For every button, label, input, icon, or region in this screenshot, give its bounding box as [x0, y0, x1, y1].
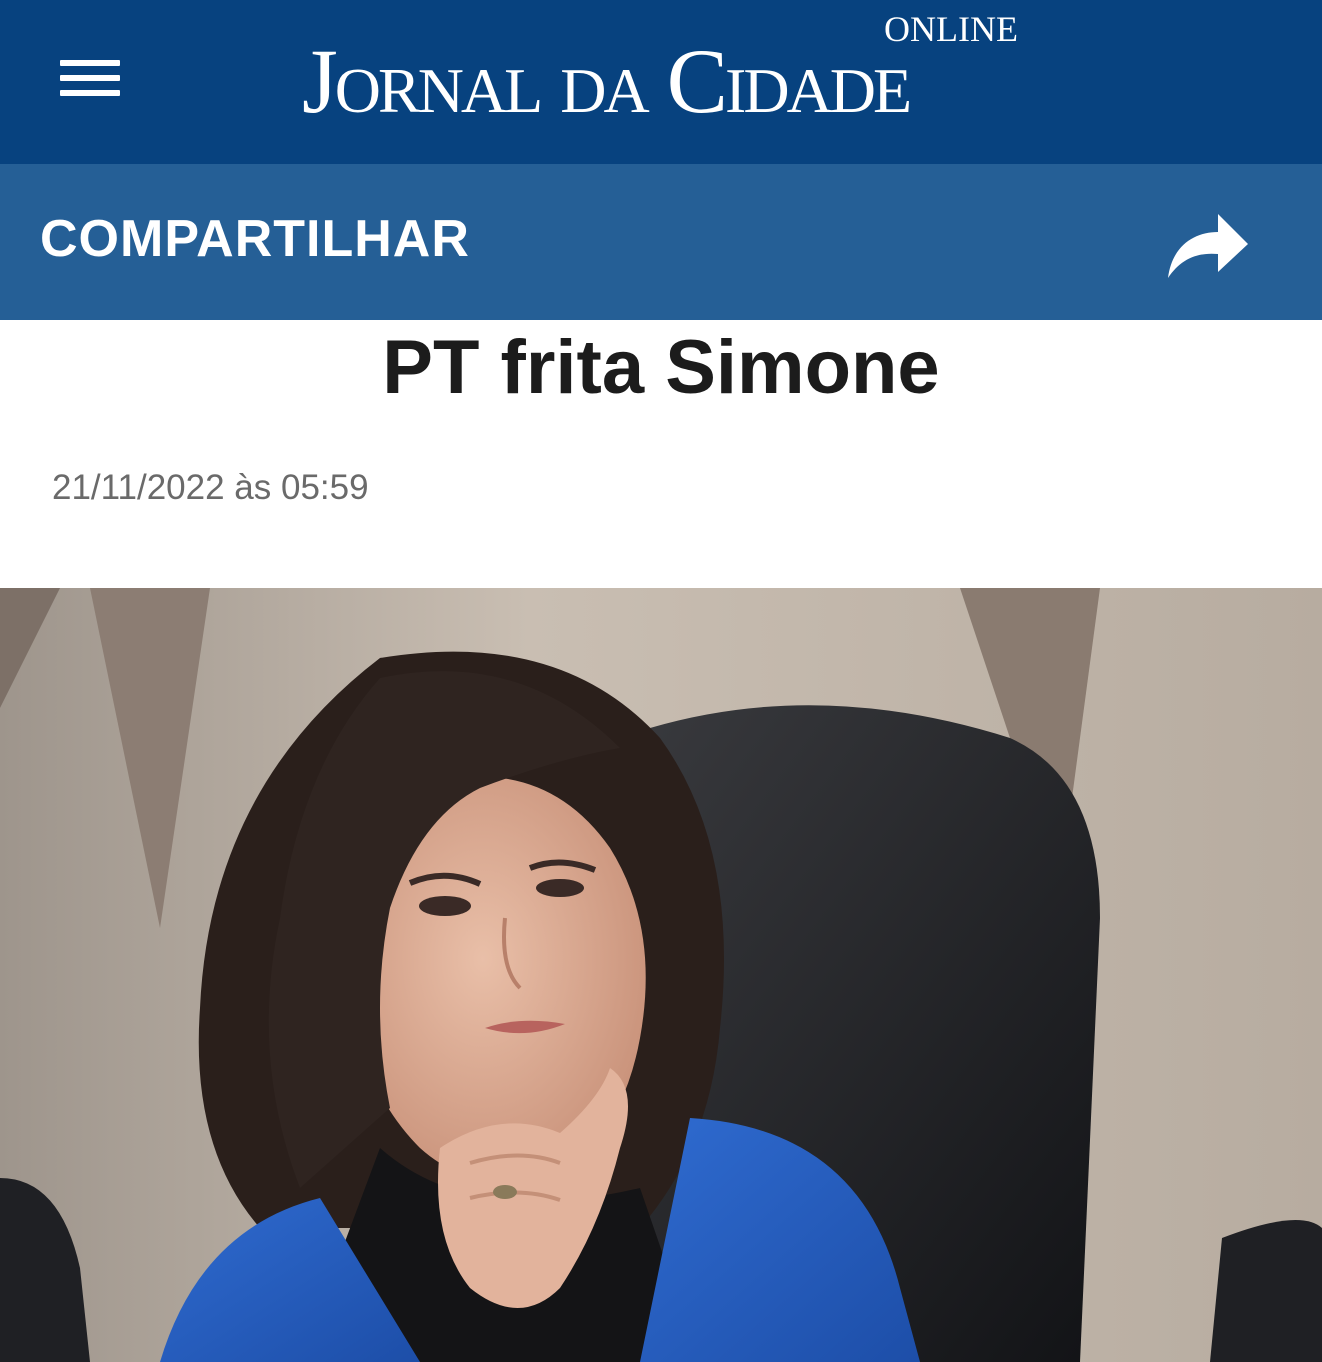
article-photo [0, 588, 1322, 1362]
site-logo[interactable]: ONLINE Jornal da Cidade [300, 8, 1030, 148]
share-label: COMPARTILHAR [40, 210, 470, 268]
share-arrow-icon[interactable] [1162, 206, 1252, 286]
hamburger-menu-icon[interactable] [60, 58, 120, 98]
logo-title: Jornal da Cidade [302, 30, 912, 132]
share-bar[interactable]: COMPARTILHAR [0, 164, 1322, 320]
article-title: PT frita Simone [382, 325, 940, 410]
article-date: 21/11/2022 às 05:59 [52, 468, 369, 507]
top-header: ONLINE Jornal da Cidade [0, 0, 1322, 164]
